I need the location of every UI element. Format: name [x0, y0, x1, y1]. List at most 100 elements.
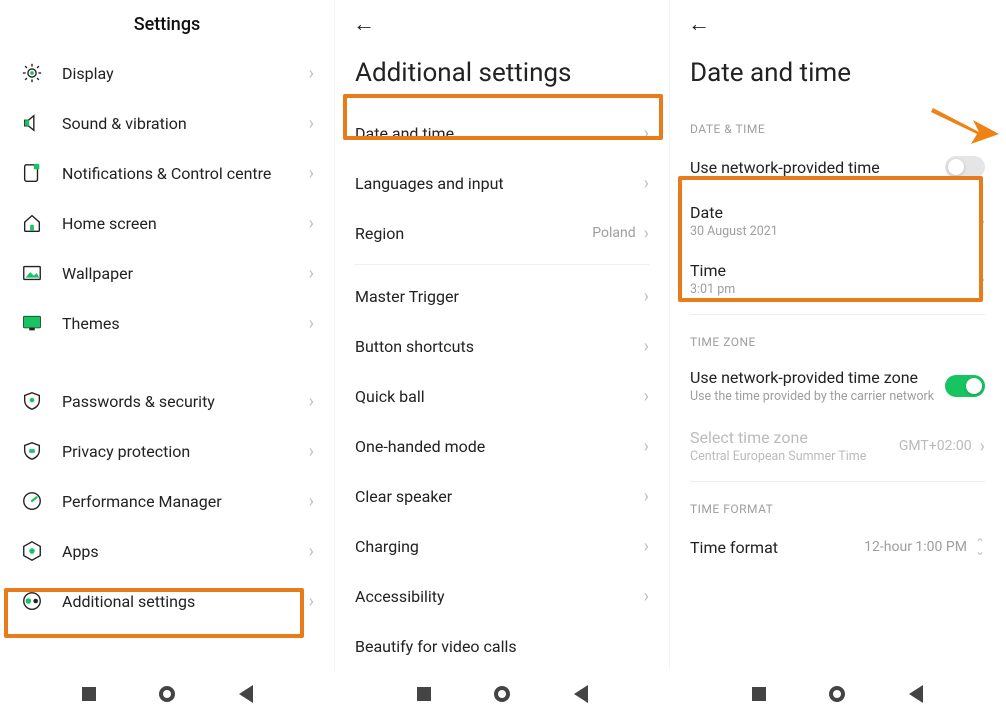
homescreen-row[interactable]: Home screen ›: [0, 198, 334, 248]
passwords-icon: [20, 389, 44, 413]
privacy-row[interactable]: Privacy protection ›: [0, 426, 334, 476]
chevron-right-icon: ›: [644, 436, 649, 457]
time-format-value: 12-hour 1:00 PM: [864, 539, 967, 555]
chevron-right-icon: ›: [309, 391, 314, 412]
date-time-row[interactable]: Date and time ›: [335, 108, 669, 158]
use-network-zone-row[interactable]: Use network-provided time zone Use the t…: [670, 355, 1005, 417]
date-row[interactable]: Date 30 August 2021 ›: [670, 192, 1005, 250]
nav-recent-icon[interactable]: [417, 687, 431, 701]
passwords-row[interactable]: Passwords & security ›: [0, 376, 334, 426]
date-time-label: Date and time: [355, 124, 644, 143]
chevron-right-icon: ›: [980, 211, 985, 232]
master-trigger-row[interactable]: Master Trigger ›: [335, 271, 669, 321]
chevron-right-icon: ›: [309, 213, 314, 234]
back-button[interactable]: ←: [688, 11, 710, 37]
time-value: 3:01 pm: [690, 282, 980, 297]
notifications-label: Notifications & Control centre: [62, 164, 309, 183]
nav-back-icon[interactable]: [239, 685, 253, 703]
button-shortcuts-row[interactable]: Button shortcuts ›: [335, 321, 669, 371]
display-icon: [20, 61, 44, 85]
nav-recent-icon[interactable]: [752, 687, 766, 701]
performance-icon: [20, 489, 44, 513]
accessibility-row[interactable]: Accessibility ›: [335, 571, 669, 621]
performance-row[interactable]: Performance Manager ›: [0, 476, 334, 526]
nav-home-icon[interactable]: [829, 686, 845, 702]
nav-recent-icon[interactable]: [82, 687, 96, 701]
master-trigger-label: Master Trigger: [355, 287, 644, 306]
wallpaper-icon: [20, 261, 44, 285]
use-network-time-row[interactable]: Use network-provided time: [670, 142, 1005, 192]
additional-settings-row[interactable]: Additional settings ›: [0, 576, 334, 626]
chevron-right-icon: ›: [644, 173, 649, 194]
divider: [690, 314, 985, 315]
time-label: Time: [690, 261, 980, 280]
region-label: Region: [355, 224, 592, 243]
home-icon: [20, 211, 44, 235]
privacy-label: Privacy protection: [62, 442, 309, 461]
divider: [690, 481, 985, 482]
topbar: ←: [670, 0, 1005, 48]
section-time-zone: TIME ZONE: [670, 321, 1005, 355]
chevron-right-icon: ›: [309, 441, 314, 462]
privacy-icon: [20, 439, 44, 463]
android-nav-bar: [0, 671, 1006, 717]
topbar: ←: [335, 0, 669, 48]
divider: [355, 264, 649, 265]
chevron-right-icon: ›: [309, 163, 314, 184]
time-row[interactable]: Time 3:01 pm ›: [670, 250, 1005, 308]
one-handed-label: One-handed mode: [355, 437, 644, 456]
nav-home-icon[interactable]: [159, 686, 175, 702]
themes-label: Themes: [62, 314, 309, 333]
quick-ball-label: Quick ball: [355, 387, 644, 406]
section-time-format: TIME FORMAT: [670, 488, 1005, 522]
chevron-right-icon: ›: [644, 386, 649, 407]
date-time-title: Date and time: [670, 48, 1005, 108]
use-network-zone-toggle[interactable]: [945, 375, 985, 397]
wallpaper-row[interactable]: Wallpaper ›: [0, 248, 334, 298]
sound-row[interactable]: Sound & vibration ›: [0, 98, 334, 148]
clear-speaker-row[interactable]: Clear speaker ›: [335, 471, 669, 521]
chevron-right-icon: ›: [644, 586, 649, 607]
themes-icon: [20, 311, 44, 335]
languages-label: Languages and input: [355, 174, 644, 193]
additional-icon: [20, 589, 44, 613]
one-handed-row[interactable]: One-handed mode ›: [335, 421, 669, 471]
nav-back-icon[interactable]: [909, 685, 923, 703]
settings-screen: Settings Display › Sound & vibration › N…: [0, 0, 335, 670]
passwords-label: Passwords & security: [62, 392, 309, 411]
chevron-right-icon: ›: [309, 63, 314, 84]
apps-row[interactable]: Apps ›: [0, 526, 334, 576]
charging-label: Charging: [355, 537, 644, 556]
date-value: 30 August 2021: [690, 224, 980, 239]
clear-speaker-label: Clear speaker: [355, 487, 644, 506]
use-network-time-toggle[interactable]: [945, 156, 985, 178]
additional-settings-screen: ← Additional settings Date and time › La…: [335, 0, 670, 670]
chevron-right-icon: ›: [980, 269, 985, 290]
settings-title-bar: Settings: [0, 0, 334, 48]
region-row[interactable]: Region Poland ›: [335, 208, 669, 258]
select-timezone-sub: Central European Summer Time: [690, 449, 899, 464]
select-timezone-label: Select time zone: [690, 428, 899, 447]
beautify-label: Beautify for video calls: [355, 637, 649, 656]
charging-row[interactable]: Charging ›: [335, 521, 669, 571]
themes-row[interactable]: Themes ›: [0, 298, 334, 348]
use-network-zone-sub: Use the time provided by the carrier net…: [690, 389, 945, 404]
chevron-right-icon: ›: [309, 491, 314, 512]
wallpaper-label: Wallpaper: [62, 264, 309, 283]
beautify-row[interactable]: Beautify for video calls: [335, 621, 669, 670]
notifications-row[interactable]: Notifications & Control centre ›: [0, 148, 334, 198]
back-button[interactable]: ←: [353, 11, 375, 37]
quick-ball-row[interactable]: Quick ball ›: [335, 371, 669, 421]
date-time-screen: ← Date and time DATE & TIME Use network-…: [670, 0, 1005, 670]
sound-label: Sound & vibration: [62, 114, 309, 133]
languages-row[interactable]: Languages and input ›: [335, 158, 669, 208]
nav-back-icon[interactable]: [574, 685, 588, 703]
time-format-row[interactable]: Time format 12-hour 1:00 PM ⌃⌄: [670, 522, 1005, 572]
display-row[interactable]: Display ›: [0, 48, 334, 98]
region-value: Poland: [592, 225, 635, 241]
gmt-value: GMT+02:00: [899, 438, 972, 454]
use-network-zone-label: Use network-provided time zone: [690, 368, 945, 387]
performance-label: Performance Manager: [62, 492, 309, 511]
chevron-right-icon: ›: [309, 591, 314, 612]
nav-home-icon[interactable]: [494, 686, 510, 702]
